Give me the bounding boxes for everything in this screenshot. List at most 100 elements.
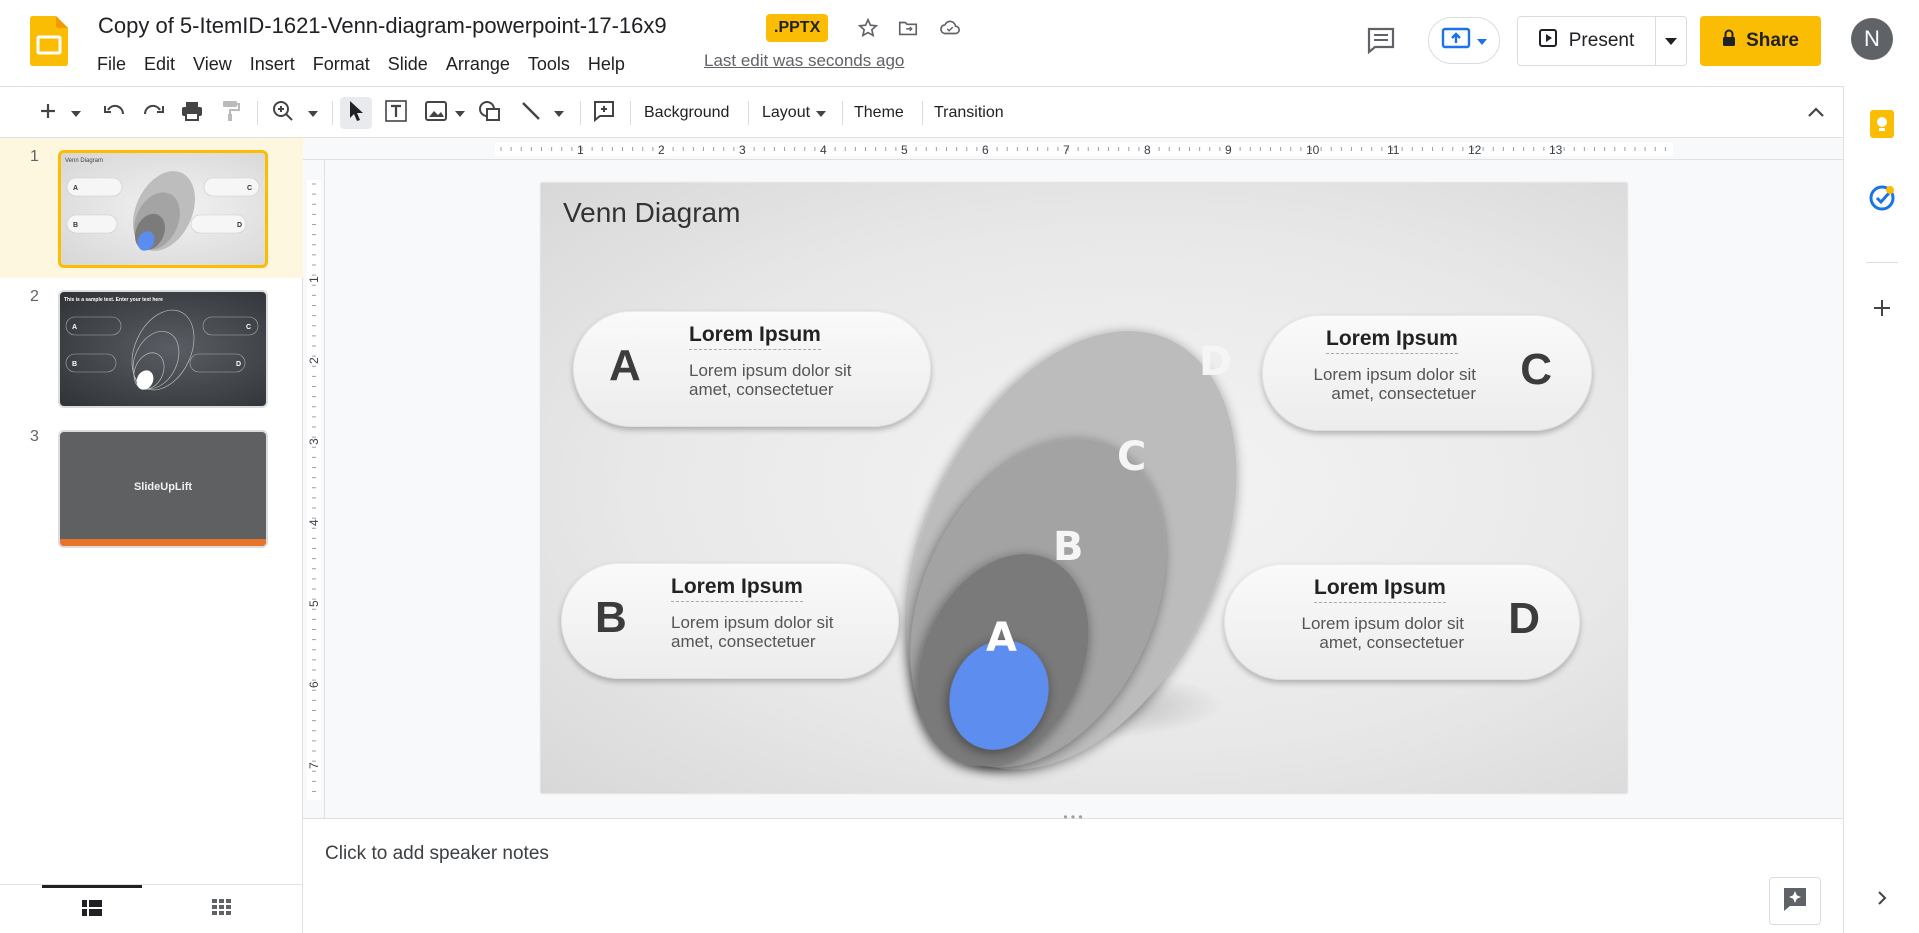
card-body: Lorem ipsum dolor sit amet, consectetuer [671, 613, 834, 651]
ellipse-label-a: A [986, 615, 1017, 661]
svg-text:B: B [72, 361, 77, 368]
redo-icon [142, 103, 164, 124]
text-box-button[interactable] [380, 97, 412, 129]
comment-history-icon[interactable] [1364, 23, 1398, 57]
callout-card-c[interactable]: C Lorem Ipsum Lorem ipsum dolor sit amet… [1262, 315, 1592, 431]
callout-card-d[interactable]: D Lorem Ipsum Lorem ipsum dolor sit amet… [1224, 564, 1580, 680]
thumbnail-footer-bar [60, 539, 266, 546]
theme-button[interactable]: Theme [848, 97, 910, 129]
menu-edit[interactable]: Edit [135, 52, 184, 77]
chevron-down-icon [1665, 32, 1677, 50]
present-options-dropdown[interactable] [1656, 17, 1686, 65]
transition-button[interactable]: Transition [928, 97, 1010, 129]
notes-resize-handle[interactable]: • • • [1058, 810, 1088, 824]
collapse-icon [1808, 104, 1824, 122]
shape-button[interactable] [474, 97, 506, 129]
document-title[interactable]: Copy of 5-ItemID-1621-Venn-diagram-power… [98, 13, 667, 39]
ruler-label: 1 [577, 143, 584, 157]
ruler-label: 10 [1306, 143, 1320, 157]
slide-number: 3 [30, 428, 39, 445]
menu-view[interactable]: View [184, 52, 241, 77]
ruler-label: 5 [901, 143, 908, 157]
share-label: Share [1746, 30, 1799, 51]
meet-present-button[interactable] [1428, 17, 1500, 64]
thumbnail-title: This is a sample text. Enter your text h… [64, 297, 163, 303]
select-tool-button[interactable] [340, 97, 372, 129]
ruler-label: 5 [307, 600, 321, 607]
layout-button[interactable]: Layout [756, 97, 827, 129]
present-button[interactable]: Present [1518, 17, 1656, 65]
callout-card-a[interactable]: A Lorem Ipsum Lorem ipsum dolor sit amet… [573, 311, 931, 427]
keep-button[interactable] [1864, 108, 1900, 144]
lock-icon [1722, 29, 1736, 53]
ruler-label: 8 [1144, 143, 1151, 157]
slides-logo-icon[interactable] [30, 16, 68, 66]
vertical-ruler[interactable]: 1 2 3 4 5 6 7 [303, 160, 325, 818]
menu-file[interactable]: File [88, 52, 135, 77]
share-button[interactable]: Share [1700, 16, 1821, 66]
slide-canvas[interactable]: Venn Diagram D C B A A Lorem Ipsum Lorem… [541, 183, 1627, 793]
star-icon[interactable] [854, 14, 882, 42]
filmstrip-view-button[interactable] [42, 885, 142, 933]
speaker-notes-input[interactable]: Click to add speaker notes [325, 843, 549, 865]
move-to-folder-icon[interactable] [894, 14, 922, 42]
slide-thumbnail[interactable]: This is a sample text. Enter your text h… [58, 290, 268, 408]
menu-bar: File Edit View Insert Format Slide Arran… [88, 50, 634, 78]
horizontal-ruler-scale: 1 2 3 4 5 6 7 8 9 10 11 12 13 [495, 142, 1673, 157]
grid-view-icon [212, 898, 232, 920]
explore-sparkle-icon [1782, 886, 1808, 917]
chevron-down-icon [71, 104, 81, 122]
layout-label: Layout [762, 104, 811, 121]
filmstrip-slide-2[interactable]: 2 This is a sample text. Enter your text… [0, 278, 303, 418]
list-view-icon [82, 900, 102, 921]
undo-button[interactable] [100, 97, 130, 129]
paint-format-button[interactable] [216, 97, 246, 129]
callout-card-b[interactable]: B Lorem Ipsum Lorem ipsum dolor sit amet… [561, 563, 899, 679]
last-edit-link[interactable]: Last edit was seconds ago [704, 51, 904, 71]
speaker-notes-panel: • • • Click to add speaker notes [303, 810, 1843, 933]
menu-help[interactable]: Help [579, 52, 634, 77]
collapse-toolbar-button[interactable] [1800, 97, 1832, 129]
chevron-down-icon [455, 104, 465, 122]
cloud-saved-icon[interactable] [936, 14, 964, 42]
svg-text:A: A [73, 185, 78, 192]
menu-format[interactable]: Format [304, 52, 379, 77]
ruler-track [307, 180, 321, 800]
horizontal-ruler[interactable]: 1 2 3 4 5 6 7 8 9 10 11 12 13 [303, 138, 1843, 160]
card-body: Lorem ipsum dolor sit amet, consectetuer [1301, 614, 1464, 652]
ellipse-label-b: B [1053, 524, 1084, 570]
card-body: Lorem ipsum dolor sit amet, consectetuer [689, 361, 852, 399]
slide-thumbnail[interactable]: SlideUpLift [58, 430, 268, 548]
print-button[interactable] [177, 97, 207, 129]
chevron-down-icon [554, 104, 564, 122]
file-format-badge[interactable]: .PPTX [766, 14, 829, 42]
menu-insert[interactable]: Insert [241, 52, 304, 77]
menu-arrange[interactable]: Arrange [437, 52, 519, 77]
svg-text:D: D [237, 222, 242, 229]
redo-button[interactable] [138, 97, 168, 129]
svg-text:D: D [236, 361, 241, 368]
new-slide-button[interactable] [30, 97, 90, 129]
tasks-button[interactable] [1864, 182, 1900, 218]
zoom-icon [272, 100, 294, 127]
menu-slide[interactable]: Slide [379, 52, 437, 77]
zoom-button[interactable] [268, 97, 322, 129]
toolbar-divider [922, 101, 923, 125]
line-button[interactable] [514, 97, 570, 129]
get-addons-button[interactable] [1864, 292, 1900, 328]
account-avatar[interactable]: N [1851, 18, 1893, 60]
card-body: Lorem ipsum dolor sit amet, consectetuer [1313, 365, 1476, 403]
background-button[interactable]: Background [638, 97, 735, 129]
grid-view-button[interactable] [172, 885, 272, 933]
ruler-label: 7 [1063, 143, 1070, 157]
toolbar-divider [748, 101, 749, 125]
filmstrip-slide-3[interactable]: 3 SlideUpLift [0, 418, 303, 558]
menu-tools[interactable]: Tools [519, 52, 579, 77]
show-side-panel-button[interactable] [1864, 882, 1900, 918]
slide-thumbnail[interactable]: Venn Diagram A B C D [58, 150, 268, 268]
insert-image-button[interactable] [418, 97, 472, 129]
new-slide-icon [39, 102, 57, 125]
filmstrip-slide-1[interactable]: 1 Venn Diagram A B C D [0, 138, 303, 278]
add-comment-button[interactable] [588, 97, 620, 129]
explore-assistant-button[interactable] [1769, 877, 1821, 925]
